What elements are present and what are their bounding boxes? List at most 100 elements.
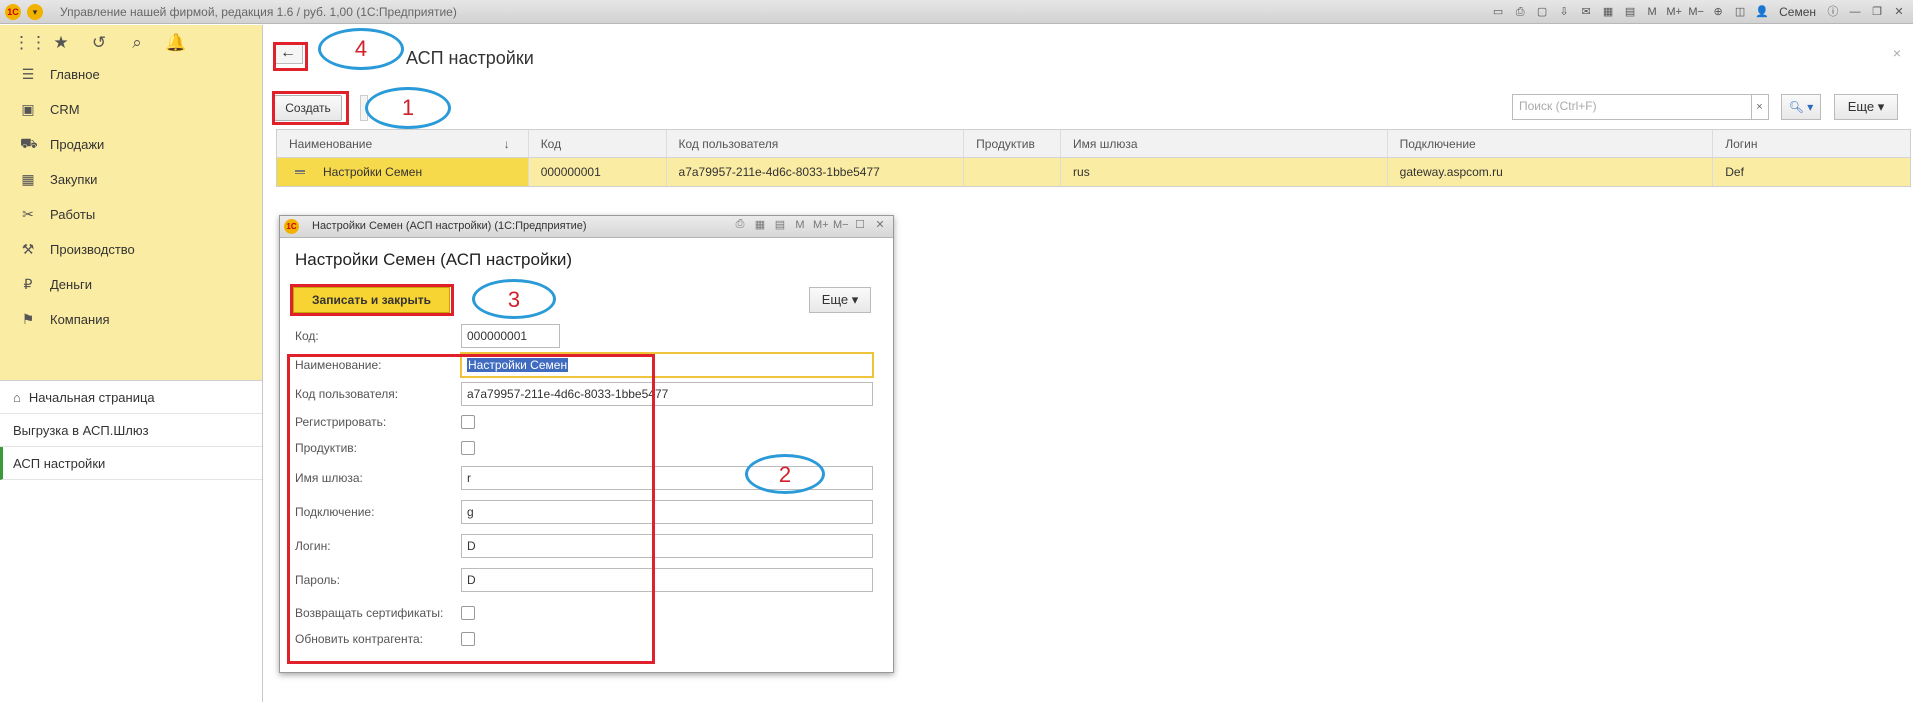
table-cell[interactable]: a7a79957-211e-4d6c-8033-1bbe5477 [667, 158, 965, 186]
basket-icon: ⛟ [20, 135, 38, 151]
window-titlebar: 1С ▾ Управление нашей фирмой, редакция 1… [0, 0, 1913, 24]
column-header[interactable]: Подключение [1388, 130, 1714, 157]
field-code: Код: 000000001 [295, 324, 560, 348]
sidebar-item-label: Производство [50, 242, 135, 257]
sidebar-item-label: Компания [50, 312, 110, 327]
dialog-titlebar: 1С Настройки Семен (АСП настройки) (1С:П… [280, 216, 893, 238]
history-icon[interactable]: ↺ [89, 33, 109, 53]
print-icon[interactable]: ⎙ [1512, 4, 1528, 20]
annotation-box-back [273, 42, 308, 71]
minimize-icon[interactable]: — [1847, 4, 1863, 20]
memory-mplus-icon[interactable]: M+ [813, 219, 829, 231]
panels-icon[interactable]: ◫ [1732, 4, 1748, 20]
calendar-icon[interactable]: ▤ [773, 218, 787, 231]
annotation-box-create [272, 91, 349, 125]
main-menu-icon[interactable]: ▾ [27, 4, 43, 20]
section-asp-settings[interactable]: АСП настройки [0, 447, 262, 480]
user-icon[interactable]: 👤 [1754, 4, 1770, 20]
clear-search-icon[interactable]: × [1751, 94, 1769, 120]
sidebar-item-works[interactable]: ✂ Работы [0, 197, 262, 232]
column-header[interactable]: Продуктив [964, 130, 1062, 157]
app-logo-icon[interactable]: 1С [5, 4, 21, 20]
memory-mplus-icon[interactable]: M+ [1666, 4, 1682, 20]
calculator-icon[interactable]: ▦ [753, 218, 767, 231]
close-icon[interactable]: × [1893, 45, 1901, 61]
section-label: АСП настройки [13, 455, 106, 471]
wrench-icon: ⚒ [21, 241, 35, 257]
memory-m-icon[interactable]: M [793, 219, 807, 231]
calculator-icon[interactable]: ▦ [1600, 4, 1616, 20]
column-header[interactable]: Код пользователя [667, 130, 965, 157]
sidebar-item-sales[interactable]: ⛟ Продажи [0, 127, 262, 162]
user-name[interactable]: Семен [1779, 5, 1816, 19]
flag-icon: ⚑ [21, 311, 35, 327]
close-icon[interactable]: ✕ [873, 218, 887, 231]
info-icon[interactable]: ⓘ [1825, 4, 1841, 20]
search-icon[interactable]: ⌕ [127, 33, 147, 53]
row-marker-icon [295, 170, 305, 174]
table-cell[interactable]: Def [1713, 158, 1910, 186]
code-field[interactable]: 000000001 [461, 324, 560, 348]
annotation-box-save [290, 284, 454, 316]
header-label: Наименование [289, 136, 373, 151]
sidebar-item-label: Работы [50, 207, 96, 222]
settings-dialog: 1С Настройки Семен (АСП настройки) (1С:П… [279, 215, 894, 673]
sidebar-item-money[interactable]: ₽ Деньги [0, 267, 262, 302]
restore-icon[interactable]: ❐ [1869, 4, 1885, 20]
annotation-1: 1 [365, 87, 451, 129]
search-icon: 🔍︎ ▾ [1788, 100, 1814, 114]
search-input[interactable]: Поиск (Ctrl+F) [1512, 94, 1752, 120]
sidebar-item-purchases[interactable]: ▦ Закупки [0, 162, 262, 197]
cell-text: Настройки Семен [323, 165, 423, 179]
annotation-4: 4 [318, 28, 404, 70]
search-button[interactable]: 🔍︎ ▾ [1781, 94, 1821, 120]
column-header[interactable]: Имя шлюза [1061, 130, 1388, 157]
mail-icon[interactable]: ✉ [1578, 4, 1594, 20]
section-export[interactable]: Выгрузка в АСП.Шлюз [0, 414, 262, 447]
annotation-3: 3 [472, 279, 556, 319]
dialog-tools: ⎙ ▦ ▤ M M+ M− ☐ ✕ [733, 218, 887, 231]
favorites-star-icon[interactable]: ★ [51, 33, 71, 53]
apps-grid-icon[interactable]: ⋮⋮ [13, 33, 47, 53]
table-cell[interactable] [964, 158, 1062, 186]
sidebar-item-label: Деньги [50, 277, 92, 292]
memory-mminus-icon[interactable]: M− [1688, 4, 1704, 20]
print-icon[interactable]: ⎙ [733, 218, 747, 231]
link-icon[interactable]: ⇩ [1556, 4, 1572, 20]
table-cell[interactable]: Настройки Семен [277, 158, 529, 186]
more-button[interactable]: Еще ▾ [1834, 94, 1898, 120]
table-cell[interactable]: 000000001 [529, 158, 667, 186]
memory-m-icon[interactable]: M [1644, 4, 1660, 20]
sidebar-item-company[interactable]: ⚑ Компания [0, 302, 262, 337]
table-row[interactable]: Настройки Семен 000000001 a7a79957-211e-… [277, 158, 1910, 186]
preview-icon[interactable]: ▢ [1534, 4, 1550, 20]
calendar-icon[interactable]: ▤ [1622, 4, 1638, 20]
column-header[interactable]: Код [529, 130, 667, 157]
memory-mminus-icon[interactable]: M− [833, 219, 849, 231]
sidebar-item-label: Закупки [50, 172, 98, 187]
table-cell[interactable]: gateway.aspcom.ru [1388, 158, 1714, 186]
window-title: Управление нашей фирмой, редакция 1.6 / … [60, 5, 457, 19]
sidebar-item-crm[interactable]: ▣ CRM [0, 92, 262, 127]
sidebar-item-production[interactable]: ⚒ Производство [0, 232, 262, 267]
section-home[interactable]: ⌂ Начальная страница [0, 381, 262, 414]
dialog-more-button[interactable]: Еще ▾ [809, 287, 871, 313]
table-cell[interactable]: rus [1061, 158, 1388, 186]
boxes-icon: ▦ [21, 171, 35, 187]
column-header[interactable]: Наименование ↓ [277, 130, 529, 157]
section-label: Начальная страница [28, 389, 155, 405]
save-icon[interactable]: ▭ [1490, 4, 1506, 20]
sidebar-item-main[interactable]: ☰ Главное [0, 57, 262, 92]
settings-table: Наименование ↓ Код Код пользователя Проду… [276, 129, 1911, 187]
open-sections-list: ⌂ Начальная страница Выгрузка в АСП.Шлюз … [0, 380, 262, 715]
zoom-icon[interactable]: ⊕ [1710, 4, 1726, 20]
close-window-icon[interactable]: ✕ [1891, 4, 1907, 20]
app-logo-icon: 1С [284, 219, 299, 234]
column-header[interactable]: Логин [1713, 130, 1910, 157]
bell-icon[interactable]: 🔔 [165, 33, 186, 53]
page-title: АСП настройки [406, 48, 534, 68]
table-header: Наименование ↓ Код Код пользователя Проду… [277, 130, 1910, 158]
sidebar-toolbar: ⋮⋮ ★ ↺ ⌕ 🔔 [0, 29, 262, 57]
maximize-icon[interactable]: ☐ [853, 218, 867, 231]
section-label: Выгрузка в АСП.Шлюз [13, 422, 149, 438]
